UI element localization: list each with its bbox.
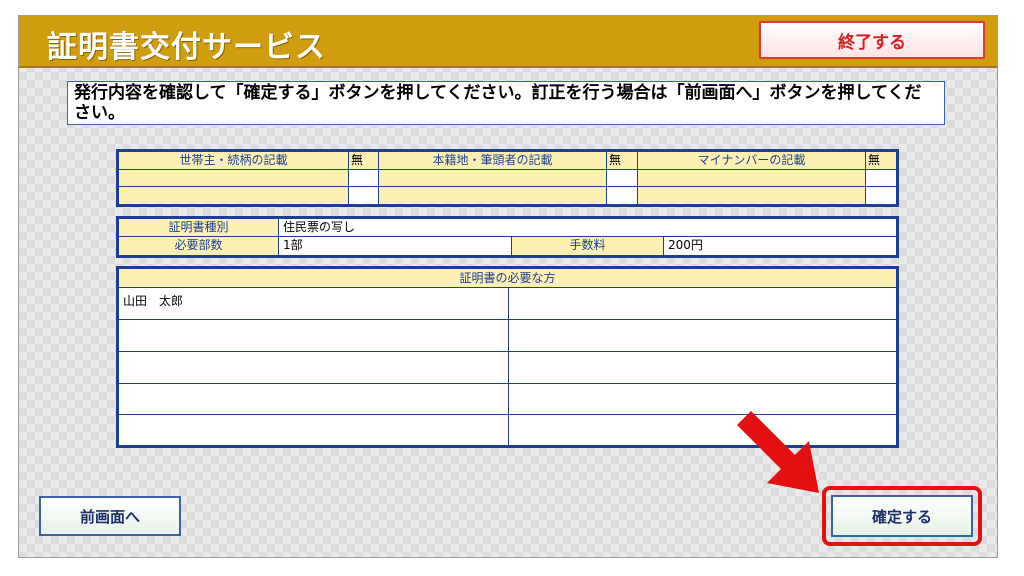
table-cell [379,170,607,187]
person-name-cell [509,415,896,445]
kiosk-screen: 証明書交付サービス 終了する 発行内容を確認して「確定する」ボタンを押してくださ… [18,15,998,558]
household-head-label: 世帯主・続柄の記載 [119,152,349,170]
red-arrow-icon [737,411,819,493]
persons-header: 証明書の必要な方 [119,269,896,288]
person-name-cell [509,352,896,384]
domicile-value: 無 [607,152,638,170]
household-head-value: 無 [349,152,379,170]
person-name-cell [119,384,509,415]
table-cell [607,170,638,187]
mynumber-value: 無 [866,152,896,170]
person-name-cell: 山田 太郎 [119,288,509,320]
cert-type-value: 住民票の写し [279,219,896,237]
table-cell [866,187,896,204]
table-cell [607,187,638,204]
end-button[interactable]: 終了する [759,21,985,59]
person-name-cell [119,415,509,445]
domicile-label: 本籍地・筆頭者の記載 [379,152,607,170]
confirm-button[interactable]: 確定する [831,495,973,537]
copies-value: 1部 [279,237,512,255]
table-cell [866,170,896,187]
instruction-text: 発行内容を確認して「確定する」ボタンを押してください。訂正を行う場合は「前画面へ… [67,81,945,125]
person-name-cell [509,384,896,415]
table-cell [349,170,379,187]
table-cell [349,187,379,204]
person-name-cell [119,320,509,352]
page-title: 証明書交付サービス [47,30,326,65]
table-cell [638,187,866,204]
person-name-cell [509,320,896,352]
cert-type-label: 証明書種別 [119,219,279,237]
mynumber-label: マイナンバーの記載 [638,152,866,170]
fee-value: 200円 [664,237,896,255]
fee-label: 手数料 [512,237,664,255]
person-name-cell [119,352,509,384]
table-cell [638,170,866,187]
header-bar: 証明書交付サービス 終了する [19,16,997,68]
records-options-table: 世帯主・続柄の記載 無 本籍地・筆頭者の記載 無 マイナンバーの記載 無 [116,149,899,207]
table-cell [119,170,349,187]
copies-label: 必要部数 [119,237,279,255]
table-cell [379,187,607,204]
certificate-info-table: 証明書種別 住民票の写し 必要部数 1部 手数料 200円 [116,216,899,258]
table-cell [119,187,349,204]
previous-screen-button[interactable]: 前画面へ [39,496,181,536]
person-name-cell [509,288,896,320]
